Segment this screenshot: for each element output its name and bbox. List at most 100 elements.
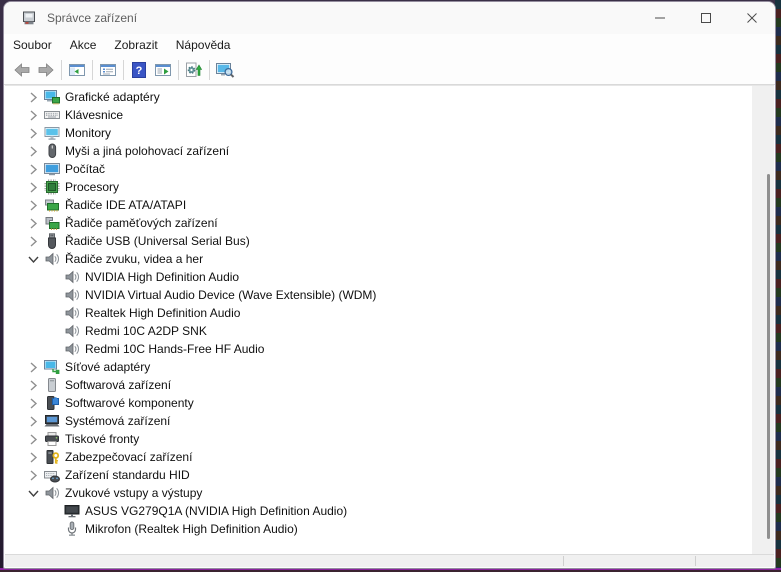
tree-item[interactable]: Řadiče paměťových zařízení [5, 214, 774, 232]
tree-item[interactable]: Myši a jiná polohovací zařízení [5, 142, 774, 160]
tree-item-label[interactable]: Systémová zařízení [65, 414, 170, 428]
maximize-button[interactable] [683, 2, 729, 34]
chevron-right-icon[interactable] [25, 467, 41, 483]
software-component-icon [44, 395, 60, 411]
tree-item[interactable]: Grafické adaptéry [5, 88, 774, 106]
tree-item-label[interactable]: Zabezpečovací zařízení [65, 450, 192, 464]
tree-item[interactable]: Řadiče USB (Universal Serial Bus) [5, 232, 774, 250]
chevron-right-icon[interactable] [25, 143, 41, 159]
tree-item[interactable]: Počítač [5, 160, 774, 178]
chevron-right-icon[interactable] [25, 215, 41, 231]
tree-item[interactable]: NVIDIA Virtual Audio Device (Wave Extens… [5, 286, 774, 304]
search-computer-icon [215, 62, 235, 78]
menu-item-file[interactable]: Soubor [4, 36, 61, 54]
chevron-right-icon[interactable] [25, 125, 41, 141]
help-button[interactable]: ? [127, 58, 151, 82]
tree-item[interactable]: Redmi 10C Hands-Free HF Audio [5, 340, 774, 358]
tree-item-label[interactable]: NVIDIA Virtual Audio Device (Wave Extens… [85, 288, 376, 302]
tree-item-label[interactable]: Redmi 10C Hands-Free HF Audio [85, 342, 264, 356]
toolbar-separator [61, 59, 62, 80]
tree-item[interactable]: Systémová zařízení [5, 412, 774, 430]
close-button[interactable] [729, 2, 775, 34]
tree-item-label[interactable]: Řadiče paměťových zařízení [65, 216, 218, 230]
microphone-icon [64, 521, 80, 537]
tree-item-label[interactable]: Softwarové komponenty [65, 396, 194, 410]
chevron-right-icon[interactable] [25, 449, 41, 465]
svg-text:?: ? [136, 65, 143, 77]
tree-item[interactable]: Řadiče zvuku, videa a her [5, 250, 774, 268]
tree-item-label[interactable]: Softwarová zařízení [65, 378, 171, 392]
tree-item-label[interactable]: Řadiče USB (Universal Serial Bus) [65, 234, 250, 248]
system-device-icon [44, 413, 60, 429]
chevron-right-icon[interactable] [25, 377, 41, 393]
chevron-right-icon[interactable] [25, 107, 41, 123]
tree-item-label[interactable]: Síťové adaptéry [65, 360, 150, 374]
tree-item[interactable]: Tiskové fronty [5, 430, 774, 448]
tree-item-label[interactable]: Mikrofon (Realtek High Definition Audio) [85, 522, 298, 536]
speaker-icon [44, 485, 60, 501]
chevron-right-icon[interactable] [25, 197, 41, 213]
tree-item[interactable]: Zabezpečovací zařízení [5, 448, 774, 466]
chevron-right-icon[interactable] [25, 359, 41, 375]
tree-item-label[interactable]: Realtek High Definition Audio [85, 306, 240, 320]
speaker-icon [64, 305, 80, 321]
title-bar[interactable]: Správce zařízení [4, 2, 775, 34]
tree-item[interactable]: Softwarová zařízení [5, 376, 774, 394]
security-device-icon [44, 449, 60, 465]
tree-item[interactable]: Monitory [5, 124, 774, 142]
chevron-down-icon[interactable] [25, 251, 41, 267]
vertical-scrollbar-thumb[interactable] [767, 174, 770, 539]
tree-item[interactable]: Klávesnice [5, 106, 774, 124]
tree-item[interactable]: Procesory [5, 178, 774, 196]
computer-icon [44, 161, 60, 177]
chevron-right-icon[interactable] [25, 395, 41, 411]
tree-item[interactable]: NVIDIA High Definition Audio [5, 268, 774, 286]
tree-item-label[interactable]: Redmi 10C A2DP SNK [85, 324, 207, 338]
properties-button[interactable] [96, 58, 120, 82]
tree-item-label[interactable]: Monitory [65, 126, 111, 140]
tree-item-label[interactable]: Zařízení standardu HID [65, 468, 190, 482]
window-controls [637, 2, 775, 34]
chevron-right-icon[interactable] [25, 233, 41, 249]
action-pane-button[interactable] [151, 58, 175, 82]
menu-item-help[interactable]: Nápověda [167, 36, 240, 54]
tree-item[interactable]: Softwarové komponenty [5, 394, 774, 412]
back-button[interactable] [10, 58, 34, 82]
search-computer-button[interactable] [213, 58, 237, 82]
forward-button[interactable] [34, 58, 58, 82]
ide-controller-icon [44, 197, 60, 213]
menu-item-action[interactable]: Akce [61, 36, 106, 54]
tree-item-label[interactable]: ASUS VG279Q1A (NVIDIA High Definition Au… [85, 504, 347, 518]
tree-item[interactable]: ASUS VG279Q1A (NVIDIA High Definition Au… [5, 502, 774, 520]
tree-item[interactable]: Realtek High Definition Audio [5, 304, 774, 322]
tree-item[interactable]: Řadiče IDE ATA/ATAPI [5, 196, 774, 214]
tree-item-label[interactable]: Zvukové vstupy a výstupy [65, 486, 202, 500]
chevron-right-icon[interactable] [25, 431, 41, 447]
vertical-scrollbar-track[interactable] [752, 86, 774, 555]
menu-item-view[interactable]: Zobrazit [105, 36, 166, 54]
tree-item[interactable]: Síťové adaptéry [5, 358, 774, 376]
chevron-right-icon[interactable] [25, 89, 41, 105]
tree-item[interactable]: Redmi 10C A2DP SNK [5, 322, 774, 340]
console-tree-button[interactable] [65, 58, 89, 82]
chevron-right-icon[interactable] [25, 179, 41, 195]
chevron-right-icon[interactable] [25, 161, 41, 177]
tree-item-label[interactable]: NVIDIA High Definition Audio [85, 270, 239, 284]
tree-item-label[interactable]: Počítač [65, 162, 105, 176]
tree-item-label[interactable]: Tiskové fronty [65, 432, 139, 446]
chevron-down-icon[interactable] [25, 485, 41, 501]
tree-item[interactable]: Mikrofon (Realtek High Definition Audio) [5, 520, 774, 538]
tree-item[interactable]: Zařízení standardu HID [5, 466, 774, 484]
tree-item-label[interactable]: Procesory [65, 180, 119, 194]
tree-item-label[interactable]: Myši a jiná polohovací zařízení [65, 144, 229, 158]
network-adapter-icon [44, 359, 60, 375]
tree-item[interactable]: Zvukové vstupy a výstupy [5, 484, 774, 502]
tree-item-label[interactable]: Grafické adaptéry [65, 90, 160, 104]
tree-item-label[interactable]: Klávesnice [65, 108, 123, 122]
tree-item-label[interactable]: Řadiče IDE ATA/ATAPI [65, 198, 186, 212]
minimize-button[interactable] [637, 2, 683, 34]
chevron-right-icon[interactable] [25, 413, 41, 429]
scan-hardware-button[interactable] [182, 58, 206, 82]
tree-item-label[interactable]: Řadiče zvuku, videa a her [65, 252, 203, 266]
hid-device-icon [44, 467, 60, 483]
